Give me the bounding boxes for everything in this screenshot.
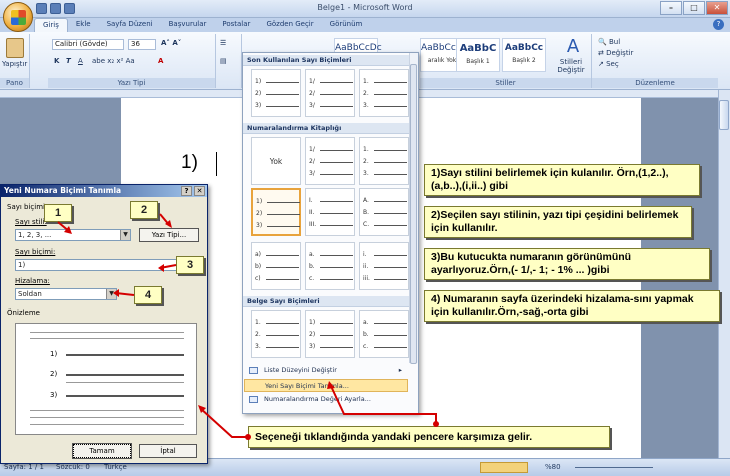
arrowhead-icon [113,289,119,297]
arrowhead-icon [158,264,164,272]
arrow-dialog [199,407,248,438]
office-button[interactable] [3,2,33,32]
arrow-dot-icon [433,421,439,427]
annotation-arrows [57,213,439,440]
arrowhead-icon [327,381,335,389]
arrow-dot-icon [245,434,251,440]
office-logo-icon [11,10,26,25]
arrow-menu [329,383,437,424]
